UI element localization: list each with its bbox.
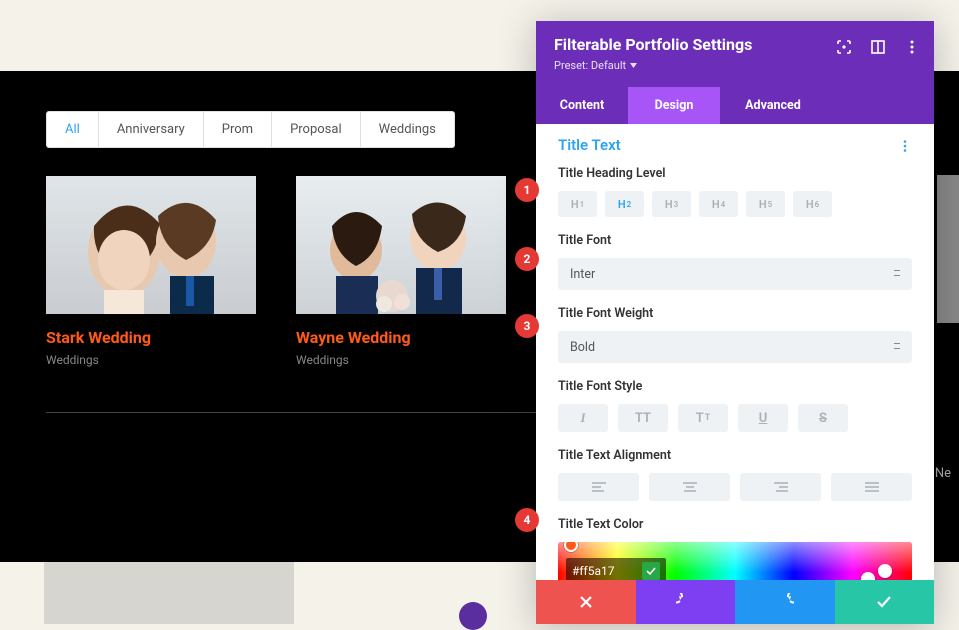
label-text-color: Title Text Color xyxy=(558,517,912,532)
label-title-style: Title Font Style xyxy=(558,379,912,394)
title-weight-select[interactable]: Bold xyxy=(558,331,912,363)
panel-footer xyxy=(536,580,934,624)
more-icon[interactable] xyxy=(904,39,920,55)
hex-entry xyxy=(566,558,666,580)
label-text-align: Title Text Alignment xyxy=(558,448,912,463)
tab-design[interactable]: Design xyxy=(628,87,720,124)
preview-overflow xyxy=(937,175,959,323)
tab-advanced[interactable]: Advanced xyxy=(720,87,826,124)
portfolio-card[interactable]: Stark Wedding Weddings xyxy=(46,176,256,367)
panel-tabs: Content Design Advanced xyxy=(536,87,934,124)
label-title-font: Title Font xyxy=(558,233,912,248)
strikethrough-button[interactable]: S xyxy=(798,404,848,432)
align-center-button[interactable] xyxy=(649,473,730,501)
section-title[interactable]: Title Text xyxy=(558,136,621,154)
smallcaps-button[interactable]: TT xyxy=(678,404,728,432)
hex-confirm-button[interactable] xyxy=(642,562,660,580)
close-button[interactable] xyxy=(536,580,636,624)
font-style-group: I TT TT U S xyxy=(558,404,912,432)
portfolio-card[interactable]: Wayne Wedding Weddings xyxy=(296,176,506,367)
label-heading-level: Title Heading Level xyxy=(558,166,912,181)
annotation-badge-1: 1 xyxy=(515,178,539,202)
italic-button[interactable]: I xyxy=(558,404,608,432)
tab-content[interactable]: Content xyxy=(536,87,628,124)
filter-weddings[interactable]: Weddings xyxy=(361,112,454,147)
filter-proposal[interactable]: Proposal xyxy=(272,112,361,147)
portfolio-title: Stark Wedding xyxy=(46,328,256,347)
uppercase-button[interactable]: TT xyxy=(618,404,668,432)
snap-icon[interactable] xyxy=(870,39,886,55)
next-link[interactable]: Ne xyxy=(935,466,951,481)
filter-all[interactable]: All xyxy=(47,112,99,147)
align-justify-button[interactable] xyxy=(831,473,912,501)
portfolio-category: Weddings xyxy=(296,353,506,367)
heading-h4[interactable]: H4 xyxy=(699,191,738,217)
heading-h1[interactable]: H1 xyxy=(558,191,597,217)
label-title-weight: Title Font Weight xyxy=(558,306,912,321)
undo-button[interactable] xyxy=(636,580,736,624)
filter-bar: All Anniversary Prom Proposal Weddings xyxy=(46,111,455,148)
annotation-badge-2: 2 xyxy=(515,247,539,271)
heading-h2[interactable]: H2 xyxy=(605,191,644,217)
align-left-button[interactable] xyxy=(558,473,639,501)
alignment-group xyxy=(558,473,912,501)
portfolio-image xyxy=(296,176,506,314)
color-handle-icon[interactable] xyxy=(861,572,892,580)
settings-panel: Filterable Portfolio Settings Preset: De… xyxy=(536,21,934,624)
color-picker[interactable] xyxy=(558,542,912,580)
redo-button[interactable] xyxy=(735,580,835,624)
preview-below xyxy=(44,562,294,624)
hex-input[interactable] xyxy=(572,564,634,578)
save-button[interactable] xyxy=(835,580,935,624)
heading-level-group: H1 H2 H3 H4 H5 H6 xyxy=(558,191,912,217)
section-menu-icon[interactable] xyxy=(898,138,912,152)
title-font-select[interactable]: Inter xyxy=(558,258,912,290)
annotation-badge-4: 4 xyxy=(515,508,539,532)
filter-prom[interactable]: Prom xyxy=(204,112,272,147)
heading-h5[interactable]: H5 xyxy=(746,191,785,217)
annotation-badge-3: 3 xyxy=(515,314,539,338)
align-right-button[interactable] xyxy=(740,473,821,501)
underline-button[interactable]: U xyxy=(738,404,788,432)
preset-dropdown[interactable]: Preset: Default xyxy=(554,59,637,72)
focus-icon[interactable] xyxy=(836,39,852,55)
portfolio-image xyxy=(46,176,256,314)
heading-h3[interactable]: H3 xyxy=(652,191,691,217)
builder-toggle-icon[interactable] xyxy=(459,602,487,630)
panel-header[interactable]: Filterable Portfolio Settings Preset: De… xyxy=(536,21,934,87)
portfolio-category: Weddings xyxy=(46,353,256,367)
heading-h6[interactable]: H6 xyxy=(793,191,832,217)
portfolio-title: Wayne Wedding xyxy=(296,328,506,347)
filter-anniversary[interactable]: Anniversary xyxy=(99,112,204,147)
